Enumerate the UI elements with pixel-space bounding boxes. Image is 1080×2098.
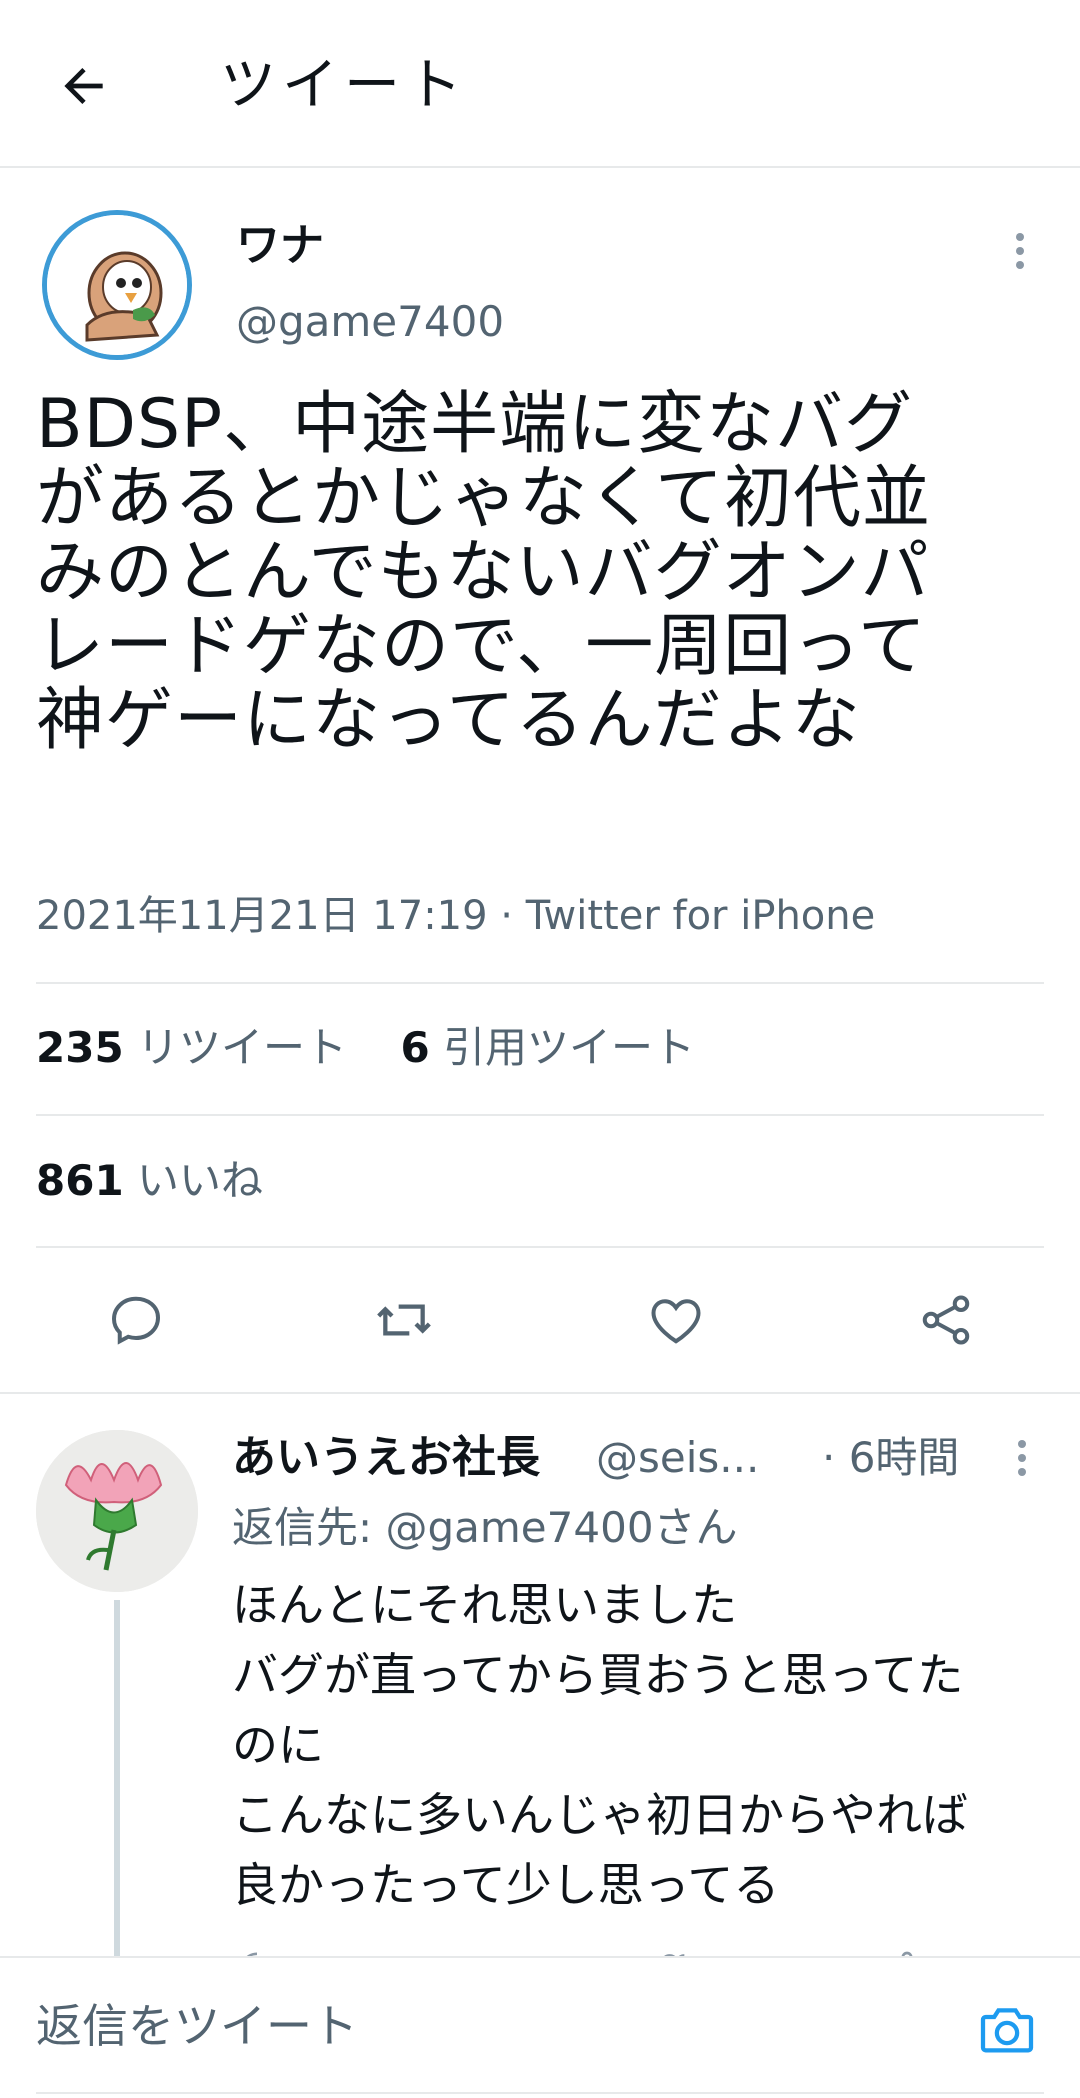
- more-options-button[interactable]: [1000, 225, 1040, 285]
- reply-to-label[interactable]: 返信先: @game7400さん: [232, 1500, 738, 1556]
- retweet-stats[interactable]: 235 リツイート 6 引用ツイート: [36, 1022, 695, 1074]
- avatar[interactable]: [42, 210, 192, 360]
- like-icon: [651, 1299, 701, 1344]
- meta-divider: [36, 982, 1044, 984]
- display-name[interactable]: ワナ: [236, 220, 324, 272]
- reply-compose-input[interactable]: 返信をツイート: [36, 1996, 358, 2056]
- likes-divider: [36, 1246, 1044, 1248]
- tweet-actions: [0, 1280, 1080, 1360]
- tweet-text: BDSP、中途半端に変なバグ があるとかじゃなくて初代並 みのとんでもないバグオ…: [36, 385, 931, 760]
- reply-icon: [111, 1296, 161, 1345]
- back-arrow-icon: [64, 68, 103, 104]
- like-stats[interactable]: 861 いいね: [36, 1155, 263, 1207]
- retweet-count: 235: [36, 1023, 124, 1072]
- like-label: いいね: [137, 1156, 264, 1205]
- back-button[interactable]: [48, 50, 120, 122]
- more-vertical-icon: [1016, 233, 1024, 269]
- reply-button[interactable]: [96, 1280, 176, 1360]
- actions-divider: [0, 1392, 1080, 1394]
- retweet-button[interactable]: [364, 1280, 444, 1360]
- reply-user-handle[interactable]: @seis...: [596, 1430, 759, 1486]
- like-button[interactable]: [636, 1280, 716, 1360]
- quote-label: 引用ツイート: [443, 1023, 696, 1072]
- reply-timestamp[interactable]: · 6時間: [822, 1430, 959, 1486]
- retweet-label: リツイート: [137, 1023, 348, 1072]
- like-count: 861: [36, 1156, 124, 1205]
- stats-divider: [36, 1114, 1044, 1116]
- camera-button[interactable]: [972, 1994, 1042, 2064]
- reply-more-options-button[interactable]: [1002, 1432, 1042, 1488]
- reply-avatar[interactable]: [36, 1430, 198, 1592]
- header-divider: [0, 166, 1080, 168]
- owl-avatar-icon: [47, 215, 187, 355]
- reply-compose-bar: 返信をツイート: [0, 1958, 1080, 2098]
- share-button[interactable]: [906, 1280, 986, 1360]
- retweet-icon: [377, 1304, 431, 1336]
- thread-line: [114, 1600, 120, 1960]
- flower-avatar-icon: [36, 1430, 198, 1592]
- top-bar: ツイート: [0, 0, 1080, 168]
- user-handle[interactable]: @game7400: [236, 296, 504, 348]
- camera-icon: [980, 2008, 1034, 2053]
- page-title: ツイート: [220, 53, 468, 118]
- reply-text: ほんとにそれ思いました バグが直ってから買おうと思ってた のに こんなに多いんじ…: [232, 1578, 968, 1912]
- tweet-timestamp[interactable]: 2021年11月21日 17:19 · Twitter for iPhone: [36, 890, 875, 942]
- share-icon: [922, 1295, 970, 1345]
- more-vertical-icon: [1018, 1440, 1026, 1476]
- reply-display-name[interactable]: あいうえお社長: [232, 1430, 540, 1486]
- bottom-divider: [36, 2092, 1044, 2094]
- quote-count: 6: [400, 1023, 430, 1072]
